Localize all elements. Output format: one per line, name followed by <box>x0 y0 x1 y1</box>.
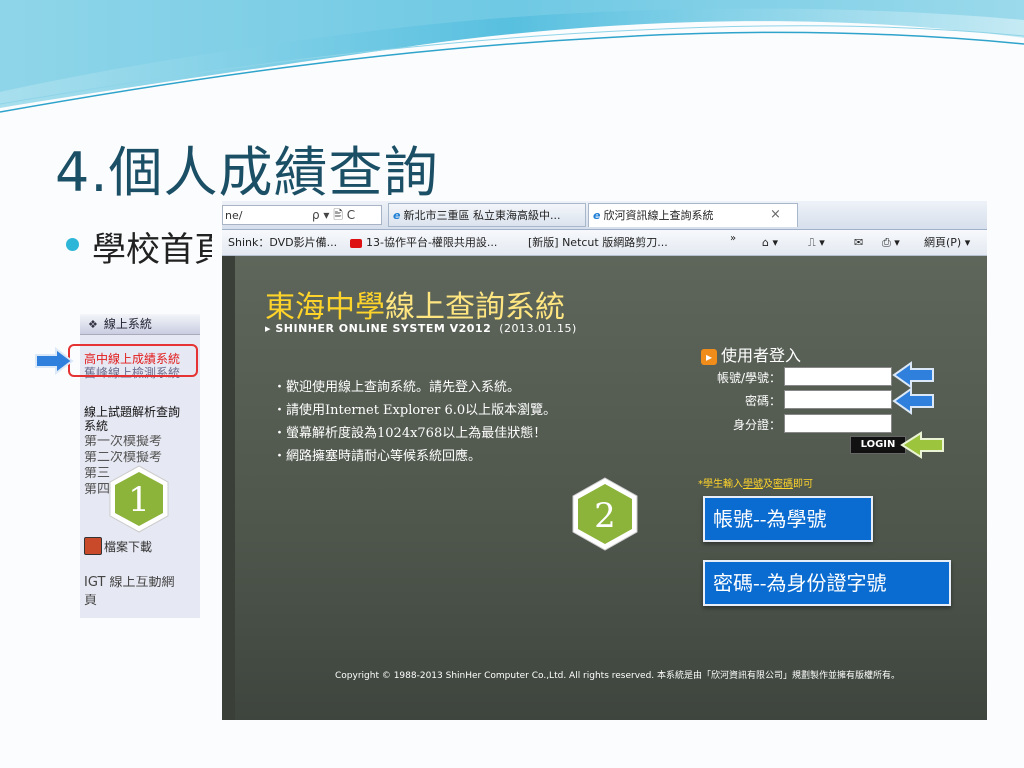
login-icon: ▸ <box>701 348 717 365</box>
favorites-bar: Shink：DVD影片備... 13-協作平台-權限共用設... [新版] Ne… <box>222 230 987 256</box>
tab-school[interactable]: e 新北市三重區 私立東海高級中... <box>388 203 586 227</box>
callout-password: 密碼--為身份證字號 <box>703 560 951 606</box>
step-badge-2: 2 <box>572 477 638 551</box>
print-icon[interactable]: ⎙ ▾ <box>882 230 900 255</box>
notice-resolution: ・螢幕解析度設為1024x768以上為最佳狀態！ <box>273 426 547 441</box>
account-label: 帳號/學號： <box>716 371 781 385</box>
callout-account: 帳號--為學號 <box>703 496 873 542</box>
login-hint: *學生輸入學號及密碼即可 <box>698 475 813 490</box>
tab-query-system[interactable]: e 欣河資訊線上查詢系統 <box>588 203 798 227</box>
copyright-text: Copyright © 1988-2013 ShinHer Computer C… <box>335 671 901 681</box>
login-button[interactable]: LOGIN <box>850 436 906 454</box>
system-title-school: 東海中學 <box>265 290 385 325</box>
favorite-collab[interactable]: 13-協作平台-權限共用設... <box>350 230 497 255</box>
id-input[interactable] <box>784 414 892 433</box>
password-label: 密碼： <box>744 394 781 408</box>
address-controls[interactable]: ρ ▾ 🖹 C <box>312 206 355 227</box>
login-page: 東海中學線上查詢系統 ▸ SHINHER ONLINE SYSTEM V2012… <box>235 256 987 720</box>
id-label: 身分證： <box>732 418 781 432</box>
browser-window: ne/ ρ ▾ 🖹 C e 新北市三重區 私立東海高級中... e 欣河資訊線上查詢… <box>222 201 987 720</box>
login-title-label: 使用者登入 <box>721 346 802 365</box>
hint-word-student-id: 學號 <box>743 479 763 490</box>
menu-item-exam-analysis-cont: 系統 <box>84 419 109 433</box>
slide-title: 4.個人成績查詢 <box>55 141 439 204</box>
system-title-rest: 線上查詢系統 <box>385 290 565 325</box>
system-subtitle: ▸ SHINHER ONLINE SYSTEM V2012 (2013.01.15… <box>265 322 577 335</box>
step-badge-1: 1 <box>109 465 169 533</box>
menu-item-mock-2[interactable]: 第二次模擬考 <box>84 451 200 465</box>
page-left-edge <box>222 256 235 720</box>
arrow-left-icon <box>892 387 934 415</box>
youtube-icon <box>350 238 362 248</box>
favorite-dvd[interactable]: Shink：DVD影片備... <box>228 230 337 255</box>
favorite-collab-label: 13-協作平台-權限共用設... <box>366 236 498 249</box>
tab-query-system-label: 欣河資訊線上查詢系統 <box>603 209 714 222</box>
page-menu-button[interactable]: 網頁(P) ▾ <box>924 230 970 255</box>
tab-bar: ne/ ρ ▾ 🖹 C e 新北市三重區 私立東海高級中... e 欣河資訊線上查詢… <box>222 201 987 230</box>
bullet-text: 學校首頁 <box>92 230 212 270</box>
left-menu-header-label: 線上系統 <box>103 317 152 331</box>
feed-icon[interactable]: ⎍ ▾ <box>808 230 825 255</box>
password-input[interactable] <box>784 390 892 409</box>
close-icon[interactable]: × <box>770 207 781 222</box>
bullet-dot <box>66 238 79 251</box>
chevron-more-icon[interactable]: » <box>730 226 736 251</box>
svg-text:1: 1 <box>128 480 150 520</box>
ie-icon: e <box>593 209 601 222</box>
arrow-left-icon <box>900 431 944 459</box>
folder-icon <box>84 537 102 555</box>
menu-item-mock-1[interactable]: 第一次模擬考 <box>84 435 200 449</box>
system-date: (2013.01.15) <box>499 322 577 335</box>
hint-mid: 及 <box>763 479 773 490</box>
diamond-icon: ❖ <box>88 318 98 331</box>
highlight-box <box>68 344 198 377</box>
home-icon[interactable]: ⌂ ▾ <box>762 230 778 255</box>
menu-item-igt[interactable]: IGT 線上互動網 <box>84 576 200 590</box>
arrow-right-icon <box>35 347 74 375</box>
menu-item-igt-cont: 頁 <box>84 594 98 608</box>
ie-icon: e <box>393 209 401 222</box>
notice-welcome: ・歡迎使用線上查詢系統。請先登入系統。 <box>273 380 521 395</box>
tab-school-label: 新北市三重區 私立東海高級中... <box>403 209 561 222</box>
menu-item-file-download[interactable]: 檔案下載 <box>104 540 196 554</box>
system-title: 東海中學線上查詢系統 <box>265 282 565 326</box>
hint-word-password: 密碼 <box>773 479 793 490</box>
hint-prefix: *學生輸入 <box>698 479 743 490</box>
hint-suffix: 即可 <box>793 479 813 490</box>
left-menu-header: ❖ 線上系統 <box>80 314 200 335</box>
svg-text:2: 2 <box>594 496 616 536</box>
address-bar[interactable]: ne/ <box>222 205 382 225</box>
system-subtitle-text: ▸ SHINHER ONLINE SYSTEM V2012 <box>265 322 492 335</box>
favorite-netcut[interactable]: [新版] Netcut 版網路剪刀... <box>528 230 668 255</box>
decorative-waves <box>0 0 1024 113</box>
notice-network: ・網路擁塞時請耐心等候系統回應。 <box>273 449 482 464</box>
notice-browser: ・請使用Internet Explorer 6.0以上版本瀏覽。 <box>273 403 557 418</box>
login-title: ▸ 使用者登入 <box>701 342 801 366</box>
account-input[interactable] <box>784 367 892 386</box>
menu-item-exam-analysis[interactable]: 線上試題解析查詢 <box>84 405 200 419</box>
mail-icon[interactable]: ✉ <box>854 230 863 255</box>
